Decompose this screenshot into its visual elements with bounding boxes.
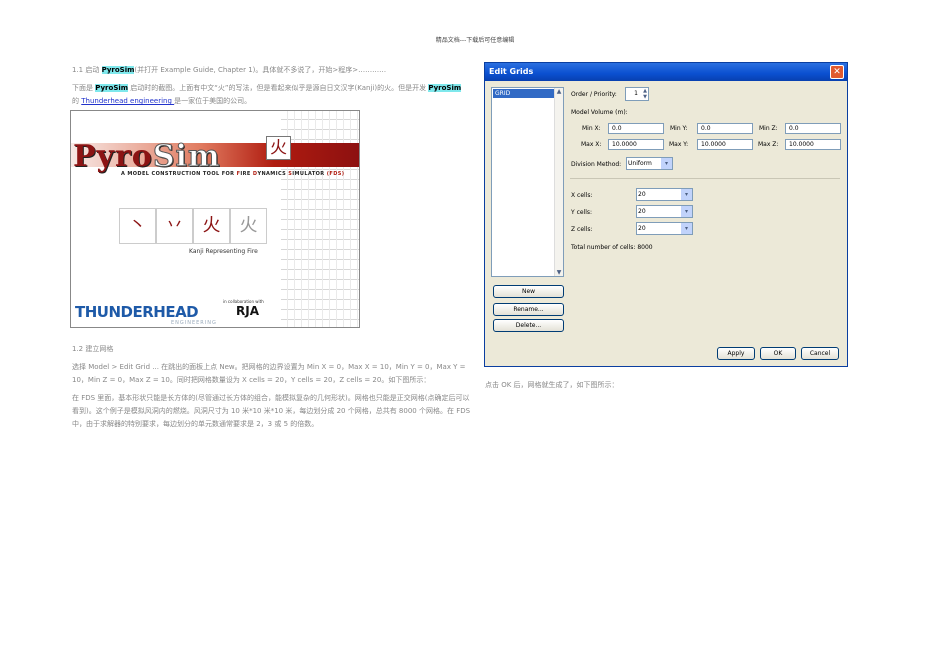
chevron-down-icon: ▾ bbox=[681, 206, 692, 217]
x-cells-select[interactable]: 20 ▾ bbox=[636, 188, 693, 201]
caption: 点击 OK 后，网格就生成了，如下图所示： bbox=[485, 381, 619, 389]
list-item[interactable]: GRID bbox=[493, 89, 554, 98]
apply-button[interactable]: Apply bbox=[717, 347, 755, 360]
fire-kanji-icon: 火 bbox=[266, 136, 291, 160]
scroll-down-icon[interactable]: ▼ bbox=[555, 269, 563, 276]
max-z-input[interactable]: 10.0000 bbox=[785, 139, 841, 150]
new-button[interactable]: New bbox=[493, 285, 564, 298]
text: (并打开 Example Guide, Chapter 1)。具体就不多说了，开… bbox=[134, 66, 387, 74]
text: 1.1 启动 bbox=[72, 66, 102, 74]
section1-line1: 1.1 启动 PyroSim(并打开 Example Guide, Chapte… bbox=[72, 64, 472, 77]
text: 启动时的截图。上面有中文“火”的写法，但是看起来似乎是源自日文汉字(Kanji)… bbox=[128, 84, 429, 92]
tagline: A MODEL CONSTRUCTION TOOL FOR FIRE DYNAM… bbox=[121, 171, 344, 177]
delete-button[interactable]: Delete... bbox=[493, 319, 564, 332]
total-value: 8000 bbox=[637, 244, 653, 251]
ok-button[interactable]: OK bbox=[760, 347, 796, 360]
kanji-stroke-3: 火 bbox=[193, 208, 230, 244]
kanji-stroke-2: 丷 bbox=[156, 208, 193, 244]
divider bbox=[570, 178, 840, 179]
section2-para1: 选择 Model > Edit Grid ... 在跳出的面板上点 New。把网… bbox=[72, 363, 466, 384]
dialog-title-bar[interactable]: Edit Grids bbox=[485, 63, 847, 81]
x-cells-label: X cells: bbox=[571, 192, 593, 199]
max-y-input[interactable]: 10.0000 bbox=[697, 139, 753, 150]
rename-button[interactable]: Rename... bbox=[493, 303, 564, 316]
kanji-label: Kanji Representing Fire bbox=[189, 248, 258, 255]
thunderhead-link[interactable]: Thunderhead engineering bbox=[81, 97, 174, 105]
min-z-input[interactable]: 0.0 bbox=[785, 123, 841, 134]
kanji-stroke-1: 丶 bbox=[119, 208, 156, 244]
z-cells-select[interactable]: 20 ▾ bbox=[636, 222, 693, 235]
section2-heading: 1.2 建立网格 bbox=[72, 345, 114, 353]
max-z-label: Max Z: bbox=[758, 141, 779, 148]
z-cells-value: 20 bbox=[638, 225, 646, 232]
thunderhead-logo: THUNDERHEAD bbox=[75, 303, 199, 321]
division-method-select[interactable]: Uniform ▾ bbox=[626, 157, 673, 170]
max-x-input[interactable]: 10.0000 bbox=[608, 139, 664, 150]
total-cells: Total number of cells: 8000 bbox=[571, 244, 653, 251]
model-volume-label: Model Volume (m): bbox=[571, 109, 628, 116]
section1-para: 下面是 PyroSim 启动时的截图。上面有中文“火”的写法，但是看起来似乎是源… bbox=[72, 82, 472, 108]
order-label: Order / Priority: bbox=[571, 91, 617, 98]
text: 是一家位于美国的公司。 bbox=[174, 97, 252, 105]
max-x-label: Max X: bbox=[581, 141, 602, 148]
logo-part: Sim bbox=[152, 139, 221, 175]
total-label: Total number of cells: bbox=[571, 244, 636, 251]
division-method-label: Division Method: bbox=[571, 161, 622, 168]
pyrosim-highlight: PyroSim bbox=[428, 84, 462, 92]
chevron-down-icon: ▾ bbox=[681, 223, 692, 234]
text: 的 bbox=[72, 97, 82, 105]
t: (FDS) bbox=[326, 171, 345, 177]
edit-grids-dialog: Edit Grids ✕ GRID ▲ ▼ New Rename... Delet… bbox=[484, 62, 848, 367]
cancel-button[interactable]: Cancel bbox=[801, 347, 839, 360]
section2-para2: 在 FDS 里面，基本形状只能是长方体的(尽管通过长方体的组合，能模拟复杂的几何… bbox=[72, 394, 471, 428]
t: IMULATOR bbox=[292, 171, 327, 177]
pyrosim-highlight: PyroSim bbox=[95, 84, 129, 92]
min-y-input[interactable]: 0.0 bbox=[697, 123, 753, 134]
y-cells-select[interactable]: 20 ▾ bbox=[636, 205, 693, 218]
logo-part: Pyro bbox=[73, 139, 153, 174]
dialog-title: Edit Grids bbox=[489, 67, 534, 76]
engineering-text: ENGINEERING bbox=[171, 320, 217, 326]
text: 下面是 bbox=[72, 84, 96, 92]
pyrosim-splash-image: PyroSim 火 A MODEL CONSTRUCTION TOOL FOR … bbox=[70, 110, 360, 328]
pyrosim-logo: PyroSim bbox=[73, 139, 221, 175]
close-icon[interactable]: ✕ bbox=[830, 65, 844, 79]
min-z-label: Min Z: bbox=[759, 125, 778, 132]
min-x-input[interactable]: 0.0 bbox=[608, 123, 664, 134]
pyrosim-highlight: PyroSim bbox=[101, 66, 135, 74]
chevron-down-icon: ▾ bbox=[681, 189, 692, 200]
scrollbar[interactable]: ▲ ▼ bbox=[554, 88, 563, 276]
scroll-up-icon[interactable]: ▲ bbox=[555, 88, 563, 95]
kanji-stroke-4: 火 bbox=[230, 208, 267, 244]
max-y-label: Max Y: bbox=[669, 141, 689, 148]
z-cells-label: Z cells: bbox=[571, 226, 593, 233]
t: A MODEL CONSTRUCTION TOOL FOR bbox=[121, 171, 237, 177]
x-cells-value: 20 bbox=[638, 191, 646, 198]
min-x-label: Min X: bbox=[582, 125, 601, 132]
order-spinner[interactable]: 1 ▲ ▼ bbox=[625, 87, 649, 101]
page-header: 精品文档---下载后可任意编辑 bbox=[435, 37, 515, 44]
grid-list[interactable]: GRID ▲ ▼ bbox=[491, 87, 564, 277]
division-value: Uniform bbox=[628, 160, 652, 167]
t: YNAMICS bbox=[257, 171, 289, 177]
rja-logo: RJA bbox=[236, 304, 259, 318]
min-y-label: Min Y: bbox=[670, 125, 688, 132]
t: IRE bbox=[240, 171, 253, 177]
chevron-down-icon: ▾ bbox=[661, 158, 672, 169]
order-value: 1 bbox=[634, 90, 638, 97]
y-cells-value: 20 bbox=[638, 208, 646, 215]
spinner-arrows-icon[interactable]: ▲ ▼ bbox=[643, 88, 647, 100]
y-cells-label: Y cells: bbox=[571, 209, 593, 216]
